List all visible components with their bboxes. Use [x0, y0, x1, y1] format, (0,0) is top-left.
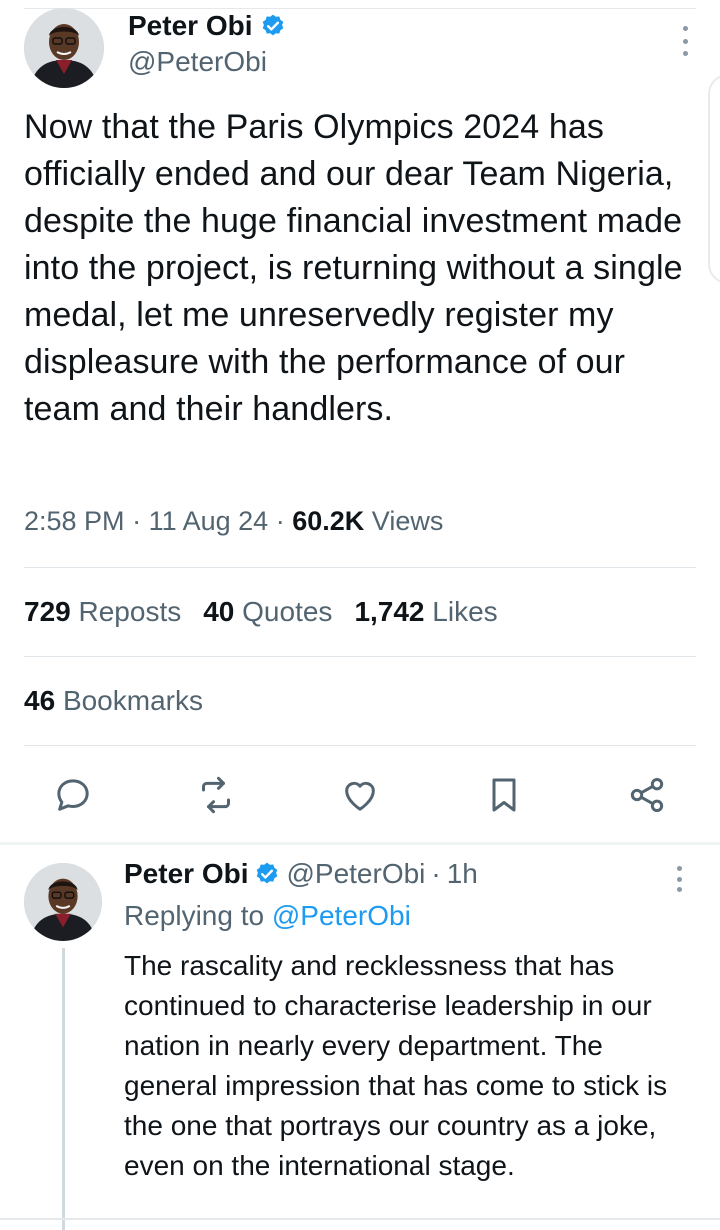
author-name[interactable]: Peter Obi — [128, 10, 286, 42]
reply-header: Peter Obi @PeterObi · 1h — [124, 858, 478, 890]
bookmarks-count: 46 — [24, 685, 56, 716]
share-icon[interactable] — [624, 772, 670, 818]
reply-time[interactable]: 1h — [447, 858, 478, 890]
verified-badge-icon — [263, 14, 284, 36]
author-name-text: Peter Obi — [128, 10, 253, 41]
reply-author-handle[interactable]: @PeterObi — [286, 858, 425, 890]
divider — [24, 745, 696, 746]
engagement-stats: 729 Reposts 40 Quotes 1,742 Likes — [24, 596, 498, 628]
tweet-text: Now that the Paris Olympics 2024 has off… — [24, 108, 683, 428]
likes-count: 1,742 — [354, 596, 425, 627]
bookmarks-label: Bookmarks — [62, 685, 203, 716]
more-options-icon[interactable] — [680, 26, 690, 56]
author-handle[interactable]: @PeterObi — [128, 46, 267, 78]
quotes-stat[interactable]: 40 Quotes — [203, 596, 332, 628]
side-panel-edge — [708, 74, 720, 284]
like-icon[interactable] — [337, 772, 383, 818]
meta-separator: · — [132, 506, 149, 536]
tweet-meta: 2:58 PM · 11 Aug 24 · 60.2K Views — [24, 506, 443, 537]
divider — [24, 656, 696, 657]
reply-separator: · — [431, 858, 441, 889]
bottom-divider — [0, 1218, 720, 1220]
verified-badge-icon — [257, 862, 278, 884]
replying-prefix: Replying to — [124, 900, 265, 931]
tweet-time[interactable]: 2:58 PM — [24, 506, 125, 536]
reply-author-name[interactable]: Peter Obi — [124, 858, 248, 890]
reply-icon[interactable] — [50, 772, 96, 818]
views-label: Views — [371, 506, 444, 536]
divider — [24, 567, 696, 568]
action-bar — [0, 772, 720, 818]
top-divider — [24, 8, 696, 9]
tweet-date[interactable]: 11 Aug 24 — [149, 506, 269, 536]
replying-to: Replying to @PeterObi — [124, 900, 411, 932]
reposts-label: Reposts — [78, 596, 182, 627]
quotes-label: Quotes — [242, 596, 333, 627]
repost-icon[interactable] — [193, 772, 239, 818]
reply-more-options-icon[interactable] — [674, 866, 684, 892]
likes-label: Likes — [432, 596, 498, 627]
bookmark-icon[interactable] — [481, 772, 527, 818]
reply-text: The rascality and recklessness that has … — [124, 950, 668, 1181]
replying-to-link[interactable]: @PeterObi — [272, 900, 411, 931]
section-divider — [0, 842, 720, 845]
quotes-count: 40 — [203, 596, 235, 627]
likes-stat[interactable]: 1,742 Likes — [354, 596, 497, 628]
thread-line — [62, 948, 65, 1230]
author-avatar[interactable] — [24, 8, 104, 88]
reposts-stat[interactable]: 729 Reposts — [24, 596, 181, 628]
meta-separator: · — [275, 506, 293, 536]
reposts-count: 729 — [24, 596, 71, 627]
reply-author-avatar[interactable] — [24, 863, 102, 941]
bookmarks-stat[interactable]: 46 Bookmarks — [24, 685, 203, 717]
views-count[interactable]: 60.2K — [292, 506, 364, 536]
